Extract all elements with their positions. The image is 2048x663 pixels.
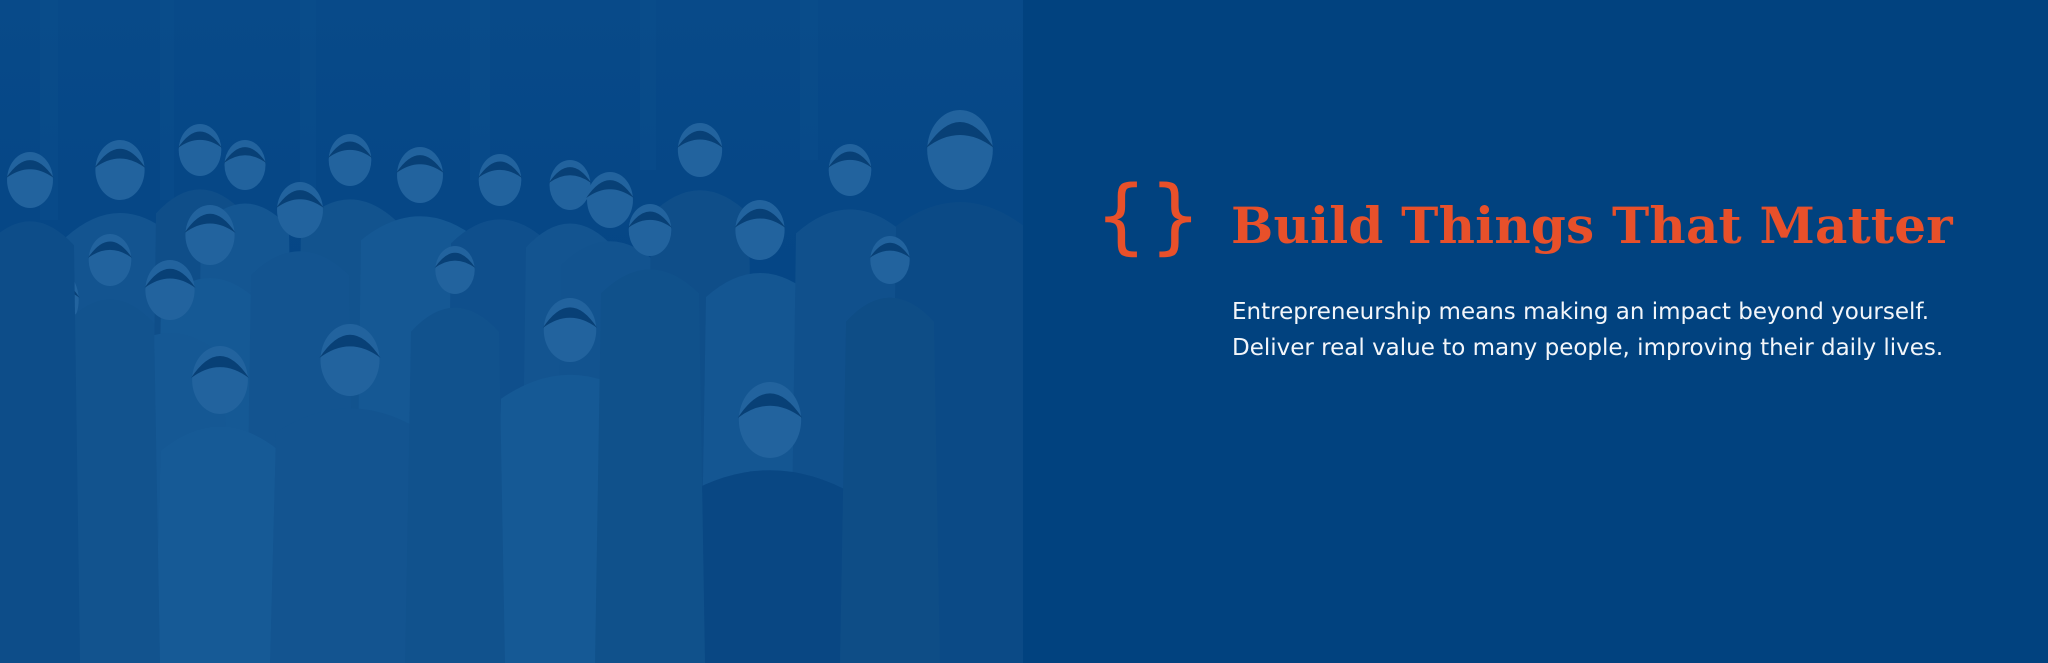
hero-content: {} Build Things That Matter Entrepreneur…	[1023, 0, 2048, 663]
hero-title: Build Things That Matter	[1231, 196, 1953, 255]
team-group-photo	[0, 0, 1023, 663]
hero-description-line-1: Entrepreneurship means making an impact …	[1232, 299, 1930, 325]
photo-tint-overlay	[0, 0, 1023, 663]
code-braces-icon: {}	[1095, 169, 1204, 264]
hero-description-line-2: Deliver real value to many people, impro…	[1232, 335, 1944, 361]
group-photo-illustration	[0, 0, 1023, 663]
hero-banner: {} Build Things That Matter Entrepreneur…	[0, 0, 2048, 663]
hero-description: Entrepreneurship means making an impact …	[1232, 294, 2012, 366]
